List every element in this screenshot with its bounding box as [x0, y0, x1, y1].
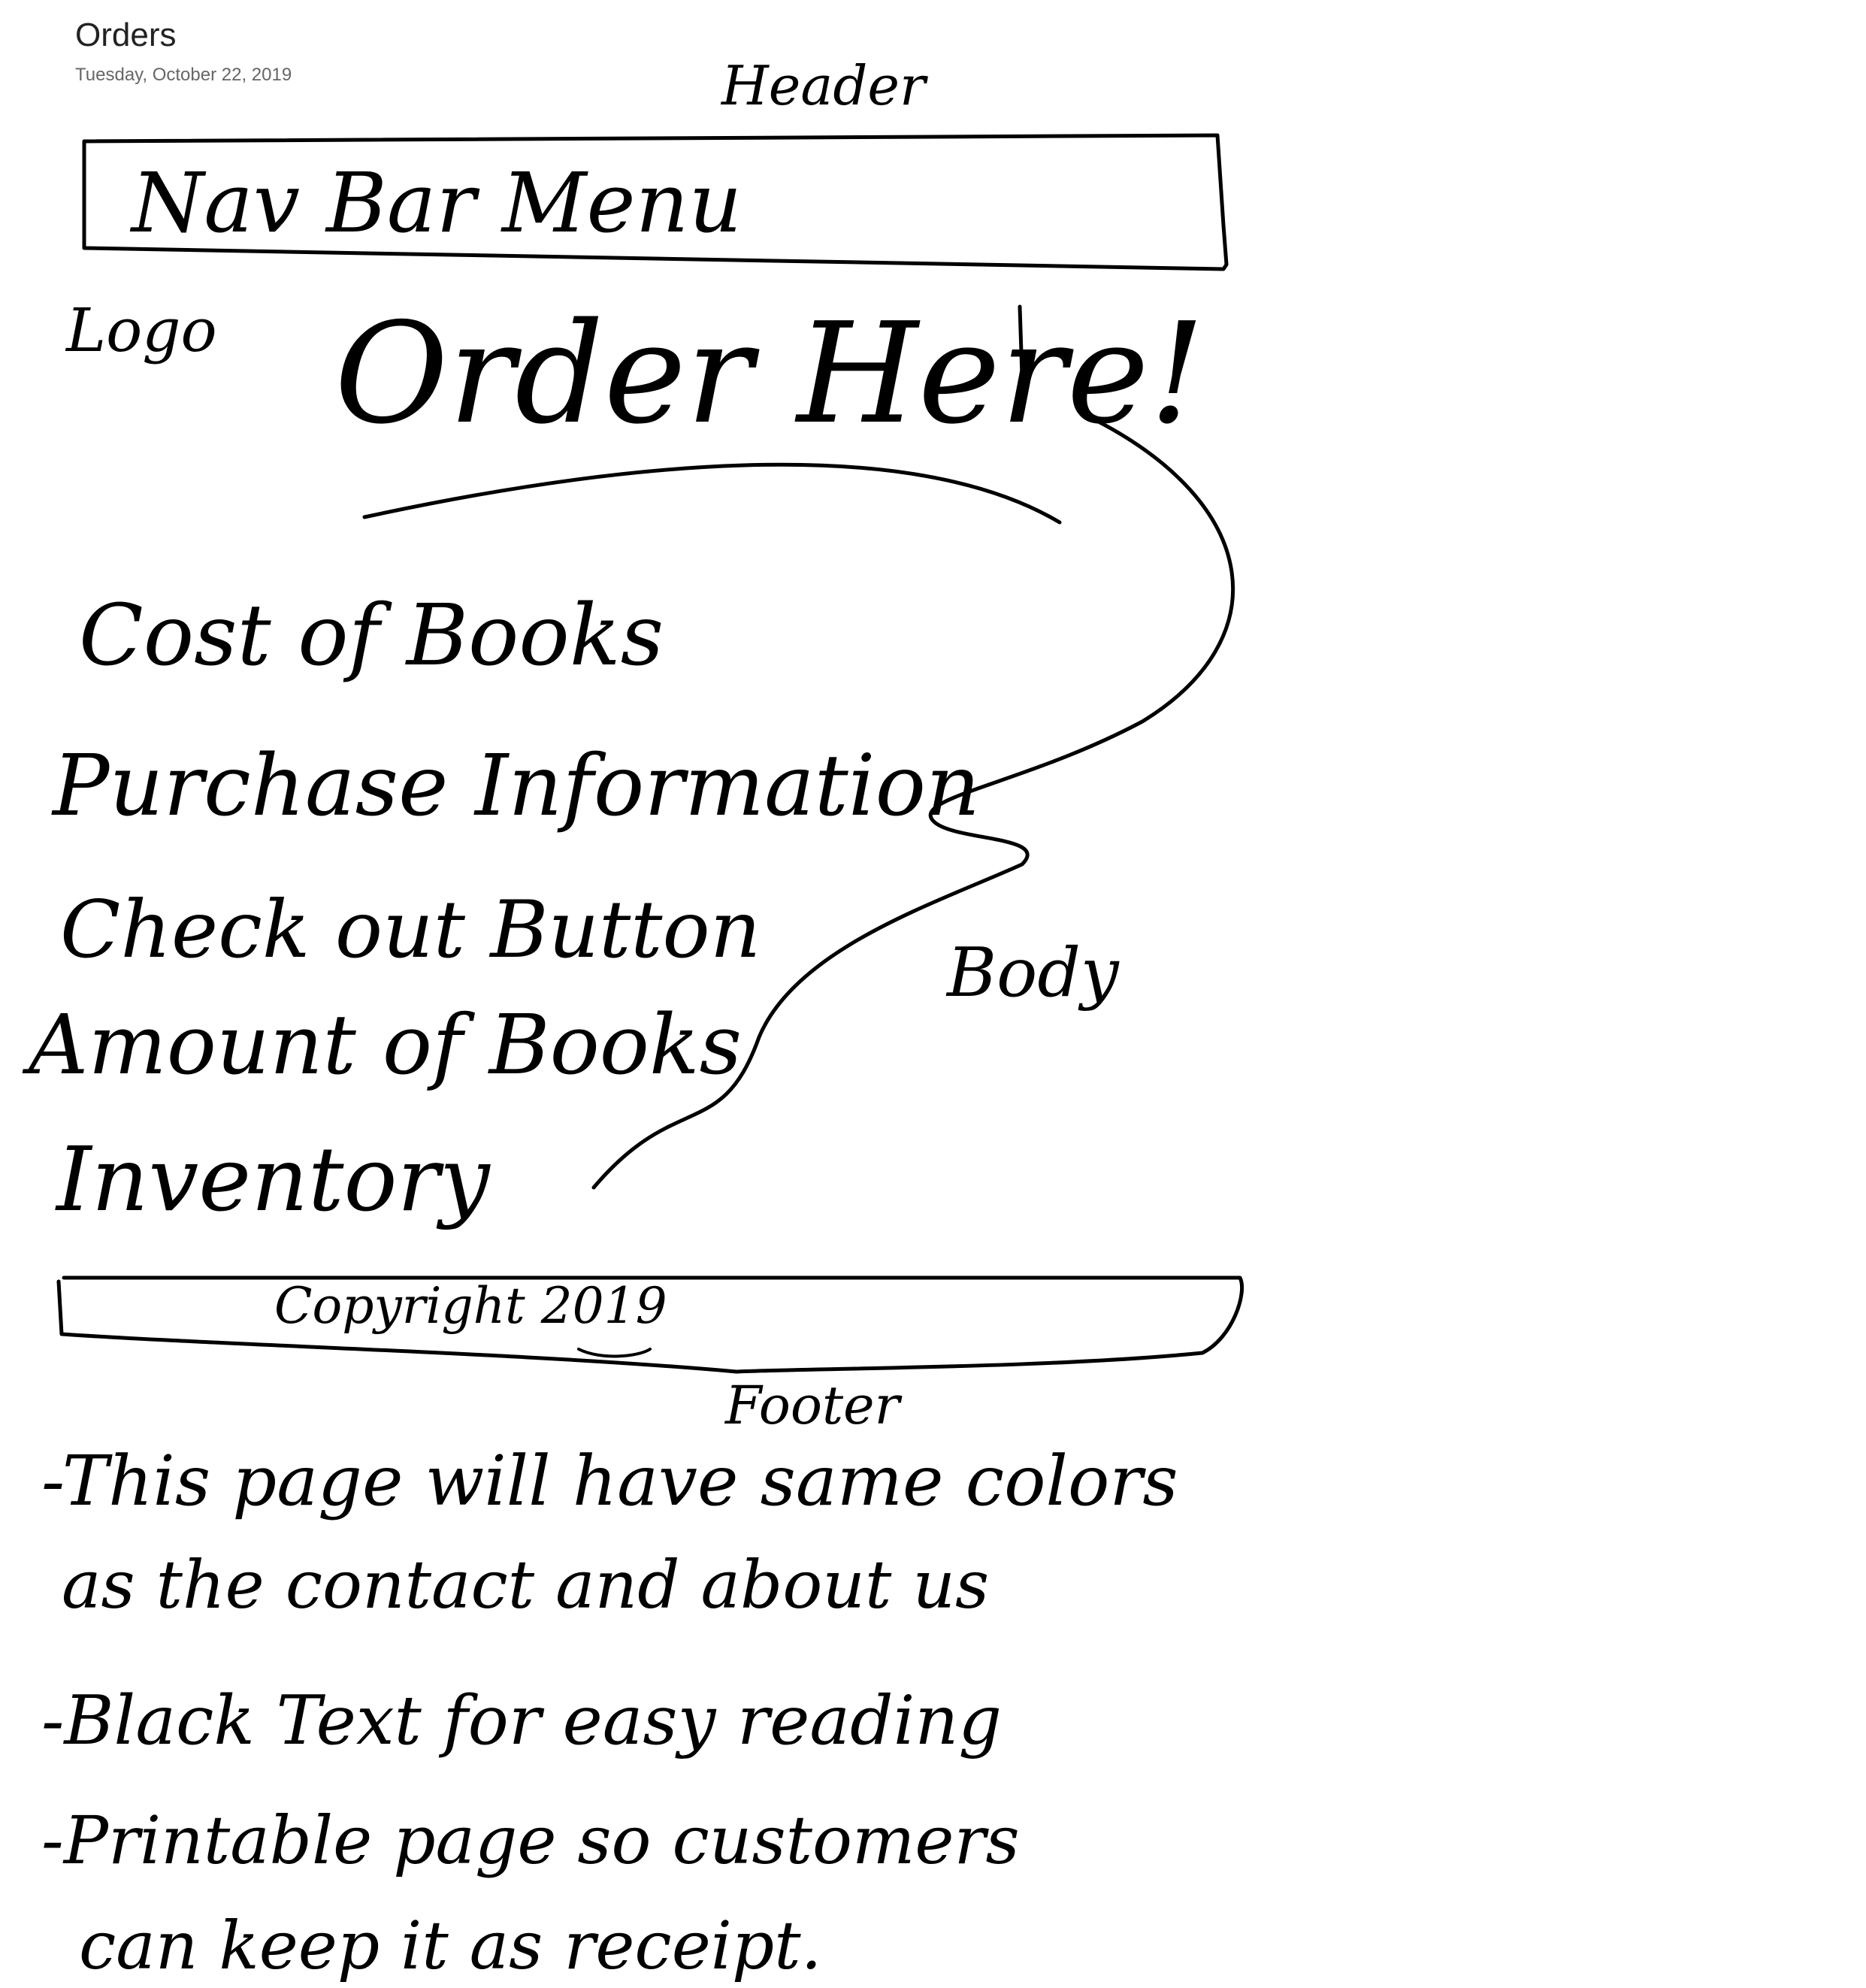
note-line-1: -This page will have same colors: [41, 1441, 1178, 1521]
headline: Order Here!: [334, 292, 1205, 455]
logo-label: Logo: [66, 295, 217, 365]
body-label: Body: [947, 933, 1119, 1012]
body-item-check-out-button: Check out Button: [60, 884, 761, 976]
nav-bar-label: Nav Bar Menu: [132, 155, 742, 251]
page-date: Tuesday, October 22, 2019: [75, 65, 292, 85]
body-item-inventory: Inventory: [56, 1127, 490, 1231]
onenote-page: { "page": { "title": "Orders", "date": "…: [0, 0, 1866, 1988]
page-title[interactable]: Orders: [75, 17, 176, 54]
body-item-amount-of-books: Amount of Books: [29, 997, 742, 1093]
footer-label: Footer: [725, 1375, 900, 1436]
note-line-2: as the contact and about us: [62, 1546, 990, 1623]
copyright-year-underline: [577, 1348, 652, 1358]
body-item-cost-of-books: Cost of Books: [79, 587, 664, 685]
copyright-text: Copyright 2019: [274, 1277, 667, 1335]
header-label: Header: [721, 54, 926, 117]
headline-underline: [362, 462, 1062, 525]
note-line-4: -Printable page so customers: [41, 1802, 1020, 1879]
body-item-purchase-information: Purchase Information: [53, 737, 981, 835]
note-line-3: -Black Text for easy reading: [41, 1681, 1002, 1760]
note-line-5: can keep it as receipt.: [79, 1907, 822, 1984]
